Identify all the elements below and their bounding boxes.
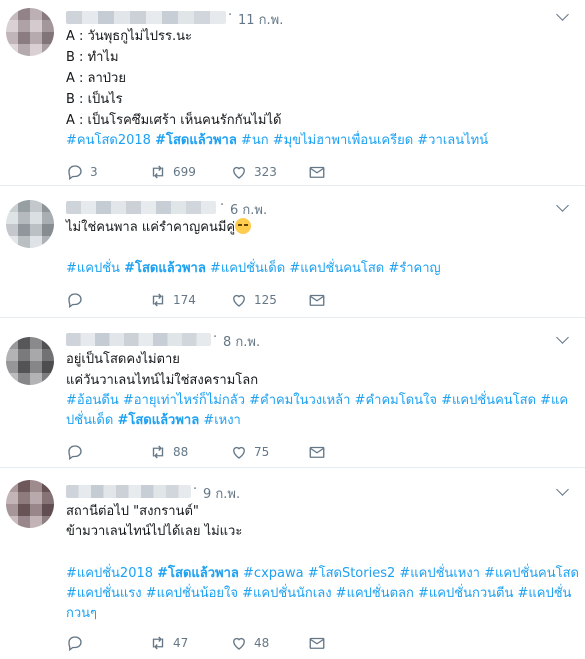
reply-icon [68,636,82,652]
hashtag-text[interactable]: ปชั่นเด็ด [66,413,117,428]
retweet-button[interactable]: 47 [149,634,188,652]
tweet-text-line: ข้ามวาเลนไทน์ไปได้เลย ไม่แวะ [66,524,243,539]
reply-button[interactable] [66,443,90,461]
retweet-count: 174 [173,293,196,307]
hashtag-text[interactable]: #นก #มุขไม่ฮาพาเพื่อนเครียด #วาเลนไทน์ [237,133,488,148]
blurred-username[interactable] [66,485,191,498]
tweet-date[interactable]: 8 ก.พ. [223,331,260,352]
hashtag-text[interactable]: #แคปชั่นเด็ด #แคปชั่นคนโสด #รำคาญ [206,261,441,276]
avatar[interactable] [6,337,54,385]
separator-dot: · [228,8,233,23]
tweet-text-line: อยู่เป็นโสดคงไม่ตาย [66,352,180,367]
like-count: 48 [254,636,270,650]
retweet-icon [152,445,164,459]
retweet-icon [152,293,164,307]
hashtag-line[interactable]: #คนโสด2018 #โสดแล้วพาล #นก #มุขไม่ฮาพาเพ… [66,131,488,151]
reply-button[interactable] [66,291,90,309]
hashtag-highlighted[interactable]: #โสดแล้วพาล [124,261,206,276]
avatar[interactable] [6,480,54,528]
blurred-username[interactable] [66,201,216,214]
like-button[interactable]: 323 [230,163,277,181]
hashtag-line[interactable]: ปชั่นเด็ด #โสดแล้วพาล #เหงา [66,411,241,431]
hashtag-line[interactable]: กวนๆ [66,604,97,624]
tweet-4[interactable]: · 9 ก.พ. สถานีต่อไป "สงกรานต์" ข้ามวาเลน… [0,469,585,659]
like-count: 75 [254,445,270,459]
chevron-down-icon[interactable] [556,483,569,496]
hashtag-text[interactable]: #แคปชั่น2018 [66,566,157,581]
tweet-text-line: แค่วันวาเลนไทน์ไม่ใช่สงครามโลก [66,373,259,388]
direct-message-button[interactable] [308,163,326,181]
blurred-username[interactable] [66,11,226,24]
hashtag-highlighted[interactable]: #โสดแล้วพาล [157,566,239,581]
hashtag-text[interactable]: #เหงา [199,413,241,428]
hashtag-line[interactable]: #แคปชั่นแรง #แคปชั่นน้อยใจ #แคปชั่นนักเล… [66,584,571,604]
like-button[interactable]: 125 [230,291,277,309]
reply-icon [68,165,82,181]
reply-button[interactable]: 3 [66,163,98,181]
avatar[interactable] [6,200,54,248]
heart-icon [233,166,245,179]
retweet-button[interactable]: 699 [149,163,196,181]
tweet-date[interactable]: 6 ก.พ. [230,199,267,220]
blurred-username[interactable] [66,333,211,346]
direct-message-button[interactable] [308,634,326,652]
like-count: 125 [254,293,277,307]
hashtag-text[interactable]: #cxpawa #โสดStories2 #แคปชั่นเหงา #แคปชั… [239,566,579,581]
tweet-text-line: A : เป็นโรคซึมเศร้า เห็นคนรักกันไม่ได้ [66,113,282,128]
heart-icon [233,294,245,307]
hashtag-line[interactable]: #แคปชั่น #โสดแล้วพาล #แคปชั่นเด็ด #แคปชั… [66,259,441,279]
tweet-text-line: B : ทำไม [66,50,119,65]
tweet-3[interactable]: · 8 ก.พ. อยู่เป็นโสดคงไม่ตาย แค่วันวาเลน… [0,319,585,468]
hashtag-highlighted[interactable]: #โสดแล้วพาล [155,133,237,148]
heart-icon [233,446,245,459]
direct-message-button[interactable] [308,291,326,309]
hashtag-line[interactable]: #แคปชั่น2018 #โสดแล้วพาล #cxpawa #โสดSto… [66,564,579,584]
reply-icon [68,445,82,461]
unamused-face-emoji [235,218,252,234]
separator-dot: · [213,330,218,345]
tweet-text-line: สถานีต่อไป "สงกรานต์" [66,504,199,519]
retweet-button[interactable]: 174 [149,291,196,309]
reply-button[interactable] [66,634,90,652]
reply-count: 3 [90,165,98,179]
tweet-text-line: A : ลาป่วย [66,71,126,86]
tweet-date[interactable]: 11 ก.พ. [238,9,283,30]
hashtag-line[interactable]: #อ้อนดีน #อายุเท่าไหร่ก็ไม่กลัว #คำคมในว… [66,391,568,411]
like-button[interactable]: 48 [230,634,269,652]
mail-icon [309,446,325,458]
mail-icon [309,637,325,649]
tweet-timeline: · 11 ก.พ. A : วันพุธกูไม่ไปรร.นะ B : ทำไ… [0,0,585,659]
mail-icon [309,294,325,306]
like-count: 323 [254,165,277,179]
tweet-2[interactable]: · 6 ก.พ. ไม่ใช่คนพาล แค่รำคาญคนมีคู่ #แค… [0,187,585,318]
chevron-down-icon[interactable] [556,199,569,212]
hashtag-highlighted[interactable]: #โสดแล้วพาล [117,413,199,428]
retweet-icon [152,636,164,650]
tweet-1[interactable]: · 11 ก.พ. A : วันพุธกูไม่ไปรร.นะ B : ทำไ… [0,0,585,186]
tweet-text: ไม่ใช่คนพาล แค่รำคาญคนมีคู่ [66,220,236,235]
retweet-count: 47 [173,636,189,650]
retweet-button[interactable]: 88 [149,443,188,461]
like-button[interactable]: 75 [230,443,269,461]
tweet-text-line: A : วันพุธกูไม่ไปรร.นะ [66,29,192,44]
hashtag-text[interactable]: #คนโสด2018 [66,133,155,148]
heart-icon [233,637,245,650]
hashtag-text[interactable]: #แคปชั่น [66,261,124,276]
tweet-text-line: ไม่ใช่คนพาล แค่รำคาญคนมีคู่ [66,218,252,238]
mail-icon [309,166,325,178]
retweet-count: 699 [173,165,196,179]
chevron-down-icon[interactable] [556,8,569,21]
chevron-down-icon[interactable] [556,331,569,344]
tweet-date[interactable]: 9 ก.พ. [203,483,240,504]
avatar[interactable] [6,8,54,56]
retweet-count: 88 [173,445,189,459]
reply-icon [68,293,82,309]
tweet-text-line: B : เป็นไร [66,92,123,107]
separator-dot: · [193,482,198,497]
retweet-icon [152,165,164,179]
direct-message-button[interactable] [308,443,326,461]
separator-dot: · [220,198,225,213]
